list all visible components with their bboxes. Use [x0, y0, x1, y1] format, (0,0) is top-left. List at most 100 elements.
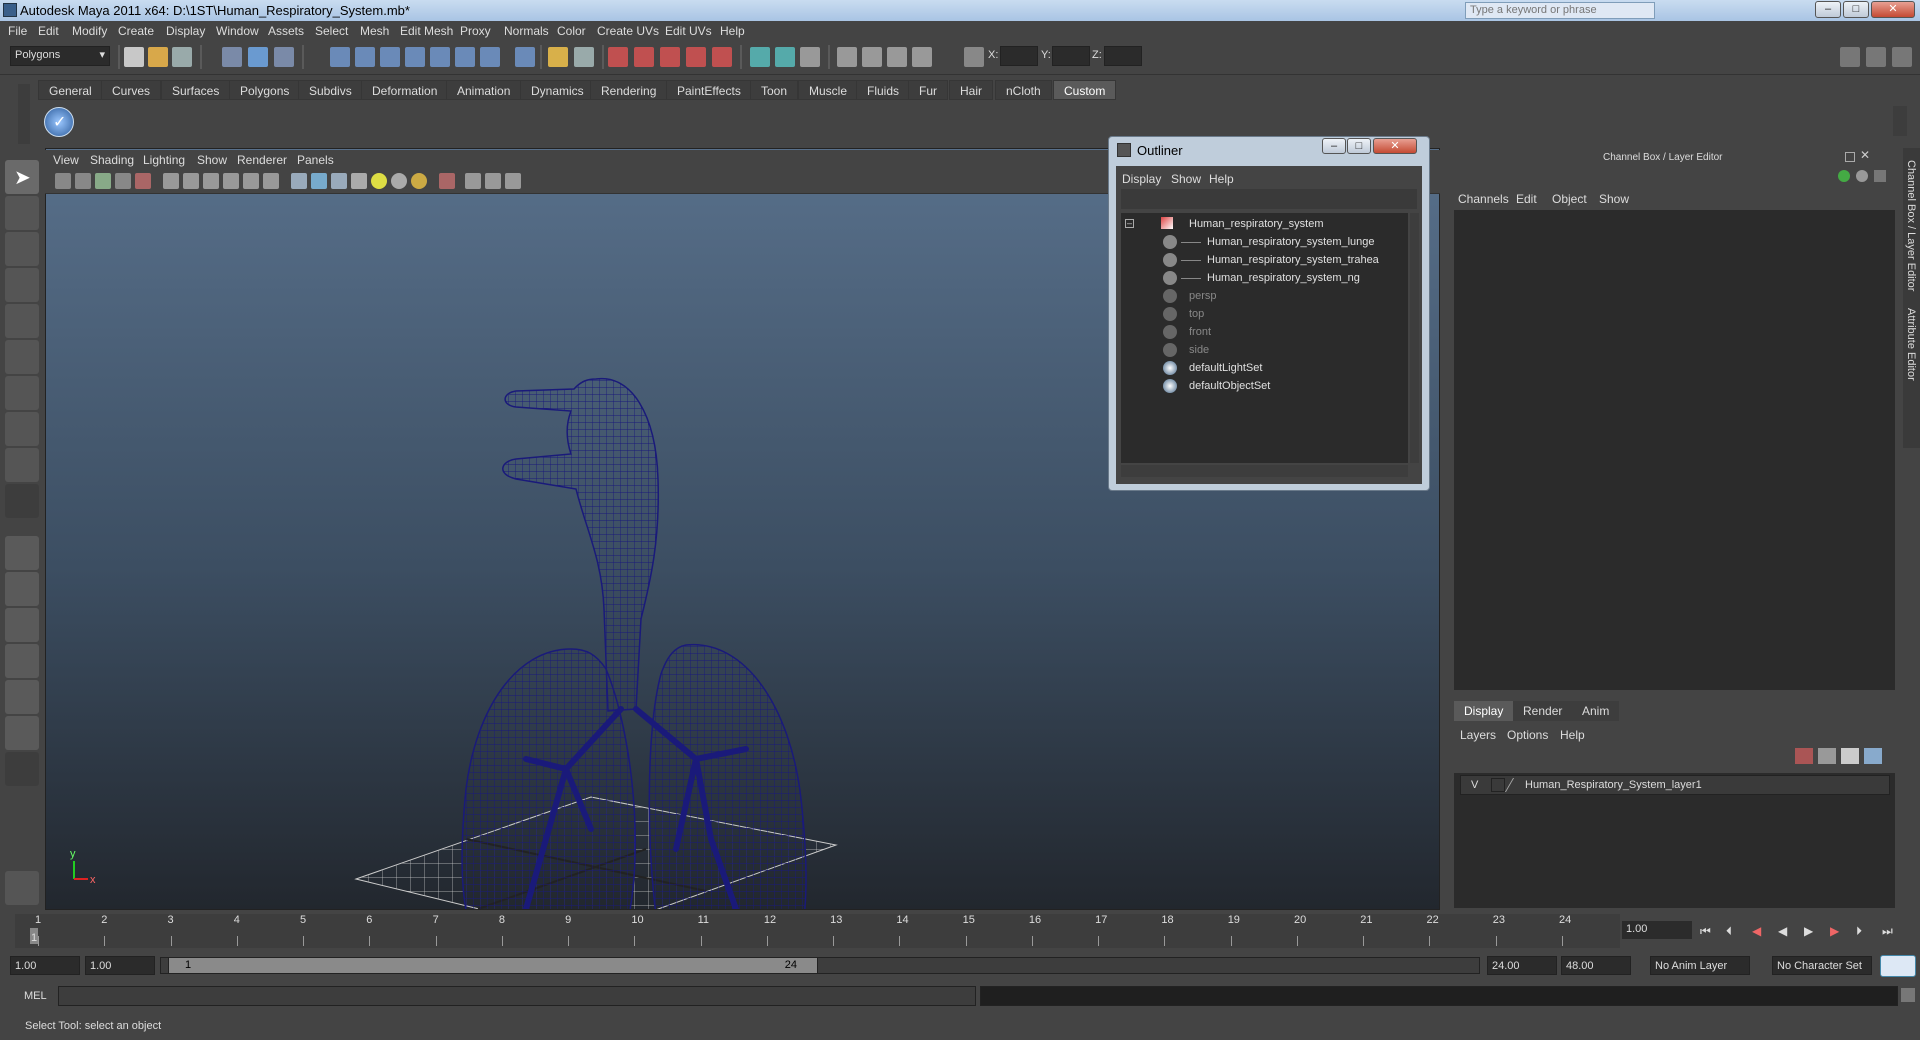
- camera-attributes-icon[interactable]: [75, 173, 91, 189]
- grid-toggle-icon[interactable]: [135, 173, 151, 189]
- tab-rendering[interactable]: Rendering: [590, 80, 668, 100]
- layer-row[interactable]: V Human_Respiratory_System_layer1: [1460, 775, 1890, 795]
- y-field[interactable]: [1052, 46, 1090, 66]
- bookmark-icon[interactable]: [95, 173, 111, 189]
- open-scene-icon[interactable]: [148, 47, 168, 67]
- range-slider-handle[interactable]: 1 24: [168, 957, 818, 974]
- snap-view-icon[interactable]: [455, 47, 475, 67]
- outliner-item-human-respiratory-system[interactable]: – Human_respiratory_system: [1121, 215, 1408, 233]
- layer-type-toggle[interactable]: [1491, 778, 1505, 792]
- outliner-item-trahea[interactable]: Human_respiratory_system_trahea: [1121, 251, 1408, 269]
- shadows-icon[interactable]: [391, 173, 407, 189]
- close-panel-icon[interactable]: ✕: [1860, 148, 1870, 162]
- render-icon[interactable]: [608, 47, 628, 67]
- command-language-label[interactable]: MEL: [24, 990, 47, 1002]
- lights-icon[interactable]: [912, 47, 932, 67]
- current-time-field[interactable]: 1.00: [1622, 921, 1692, 939]
- close-button[interactable]: ✕: [1871, 1, 1915, 18]
- transform-input-icon[interactable]: [964, 47, 984, 67]
- outliner-item-side[interactable]: side: [1121, 341, 1408, 359]
- lock-icon[interactable]: [1856, 170, 1868, 182]
- toggle-channel-box-icon[interactable]: [1892, 47, 1912, 67]
- single-perspective-layout-icon[interactable]: [5, 536, 39, 570]
- step-forward-frame-icon[interactable]: ▶: [1830, 924, 1839, 938]
- outliner-menu-display[interactable]: Display: [1122, 172, 1161, 186]
- tab-fur[interactable]: Fur: [908, 80, 948, 100]
- maximize-button[interactable]: □: [1843, 1, 1869, 18]
- toggle-tool-settings-icon[interactable]: [1866, 47, 1886, 67]
- side-tab-attribute-editor[interactable]: Attribute Editor: [1905, 308, 1917, 381]
- layer-color-swatch[interactable]: [1504, 778, 1526, 792]
- menu-assets[interactable]: Assets: [268, 24, 304, 38]
- menu-edit-uvs[interactable]: Edit UVs: [665, 24, 712, 38]
- cb-menu-object[interactable]: Object: [1552, 192, 1587, 206]
- snap-surface-icon[interactable]: [430, 47, 450, 67]
- safe-action-icon[interactable]: [243, 173, 259, 189]
- camera-icon[interactable]: [837, 47, 857, 67]
- high-quality-icon[interactable]: [411, 173, 427, 189]
- field-chart-icon[interactable]: [223, 173, 239, 189]
- tab-polygons[interactable]: Polygons: [229, 80, 301, 100]
- vp-menu-shading[interactable]: Shading: [90, 153, 134, 167]
- menu-display[interactable]: Display: [166, 24, 205, 38]
- construction-history-icon[interactable]: [548, 47, 568, 67]
- outliner-filter-input[interactable]: [1121, 189, 1417, 209]
- layer-menu-layers[interactable]: Layers: [1460, 728, 1496, 742]
- tab-animation[interactable]: Animation: [446, 80, 522, 100]
- menu-modify[interactable]: Modify: [72, 24, 107, 38]
- pencil-icon[interactable]: [1874, 170, 1886, 182]
- persp-graph-layout-icon[interactable]: [5, 644, 39, 678]
- tab-render-layers[interactable]: Render: [1513, 701, 1573, 721]
- layer-visibility-toggle[interactable]: V: [1471, 779, 1478, 791]
- universal-manipulator-icon[interactable]: [5, 376, 39, 410]
- step-forward-key-icon[interactable]: ⏵: [1856, 924, 1862, 939]
- isolate-select-icon[interactable]: [439, 173, 455, 189]
- image-plane-icon[interactable]: [115, 173, 131, 189]
- shelf-menu-handle[interactable]: [18, 84, 30, 144]
- step-back-frame-icon[interactable]: ◀: [1752, 924, 1761, 938]
- select-object-icon[interactable]: [248, 47, 268, 67]
- custom-shelf-checkmark-icon[interactable]: ✓: [44, 107, 74, 137]
- outliner-item-lunge[interactable]: Human_respiratory_system_lunge: [1121, 233, 1408, 251]
- help-icon[interactable]: [515, 47, 535, 67]
- cb-menu-show[interactable]: Show: [1599, 192, 1629, 206]
- menu-normals[interactable]: Normals: [504, 24, 549, 38]
- smooth-shade-icon[interactable]: [311, 173, 327, 189]
- outliner-item-defaultobjectset[interactable]: defaultObjectSet: [1121, 377, 1408, 395]
- vp-menu-lighting[interactable]: Lighting: [143, 153, 185, 167]
- textured-icon[interactable]: [351, 173, 367, 189]
- new-layer-icon[interactable]: [1795, 748, 1813, 764]
- wireframe-icon[interactable]: [291, 173, 307, 189]
- tab-ncloth[interactable]: nCloth: [995, 80, 1052, 100]
- last-tool-icon[interactable]: [5, 484, 39, 518]
- step-back-key-icon[interactable]: ⏴: [1726, 924, 1732, 939]
- xray-components-icon[interactable]: [505, 173, 521, 189]
- snap-grid-icon[interactable]: [330, 47, 350, 67]
- vp-menu-panels[interactable]: Panels: [297, 153, 334, 167]
- go-to-end-icon[interactable]: ⏭: [1882, 924, 1893, 939]
- four-view-layout-icon[interactable]: [5, 572, 39, 606]
- outliner-item-persp[interactable]: persp: [1121, 287, 1408, 305]
- cb-menu-edit[interactable]: Edit: [1516, 192, 1537, 206]
- outliner-menu-show[interactable]: Show: [1171, 172, 1201, 186]
- anim-layer-dropdown[interactable]: No Anim Layer: [1650, 956, 1750, 975]
- camera-select-icon[interactable]: [55, 173, 71, 189]
- input-ops-icon[interactable]: [574, 47, 594, 67]
- toggle-attribute-editor-icon[interactable]: [1840, 47, 1860, 67]
- outliner-vertical-scrollbar[interactable]: [1410, 213, 1419, 463]
- layout-options-icon[interactable]: [5, 752, 39, 786]
- tab-dynamics[interactable]: Dynamics: [520, 80, 595, 100]
- tab-surfaces[interactable]: Surfaces: [161, 80, 231, 100]
- layer-move-down-icon[interactable]: [1864, 748, 1882, 764]
- tab-toon[interactable]: Toon: [750, 80, 799, 100]
- save-scene-icon[interactable]: [172, 47, 192, 67]
- ipr-render-icon[interactable]: [634, 47, 654, 67]
- outliner-item-top[interactable]: top: [1121, 305, 1408, 323]
- script-editor-icon[interactable]: [1901, 988, 1915, 1002]
- select-hierarchy-icon[interactable]: [222, 47, 242, 67]
- use-all-lights-icon[interactable]: [371, 173, 387, 189]
- snapshot-icon[interactable]: [862, 47, 882, 67]
- outliner-item-ng[interactable]: Human_respiratory_system_ng: [1121, 269, 1408, 287]
- film-gate-icon[interactable]: [163, 173, 179, 189]
- x-field[interactable]: [1000, 46, 1038, 66]
